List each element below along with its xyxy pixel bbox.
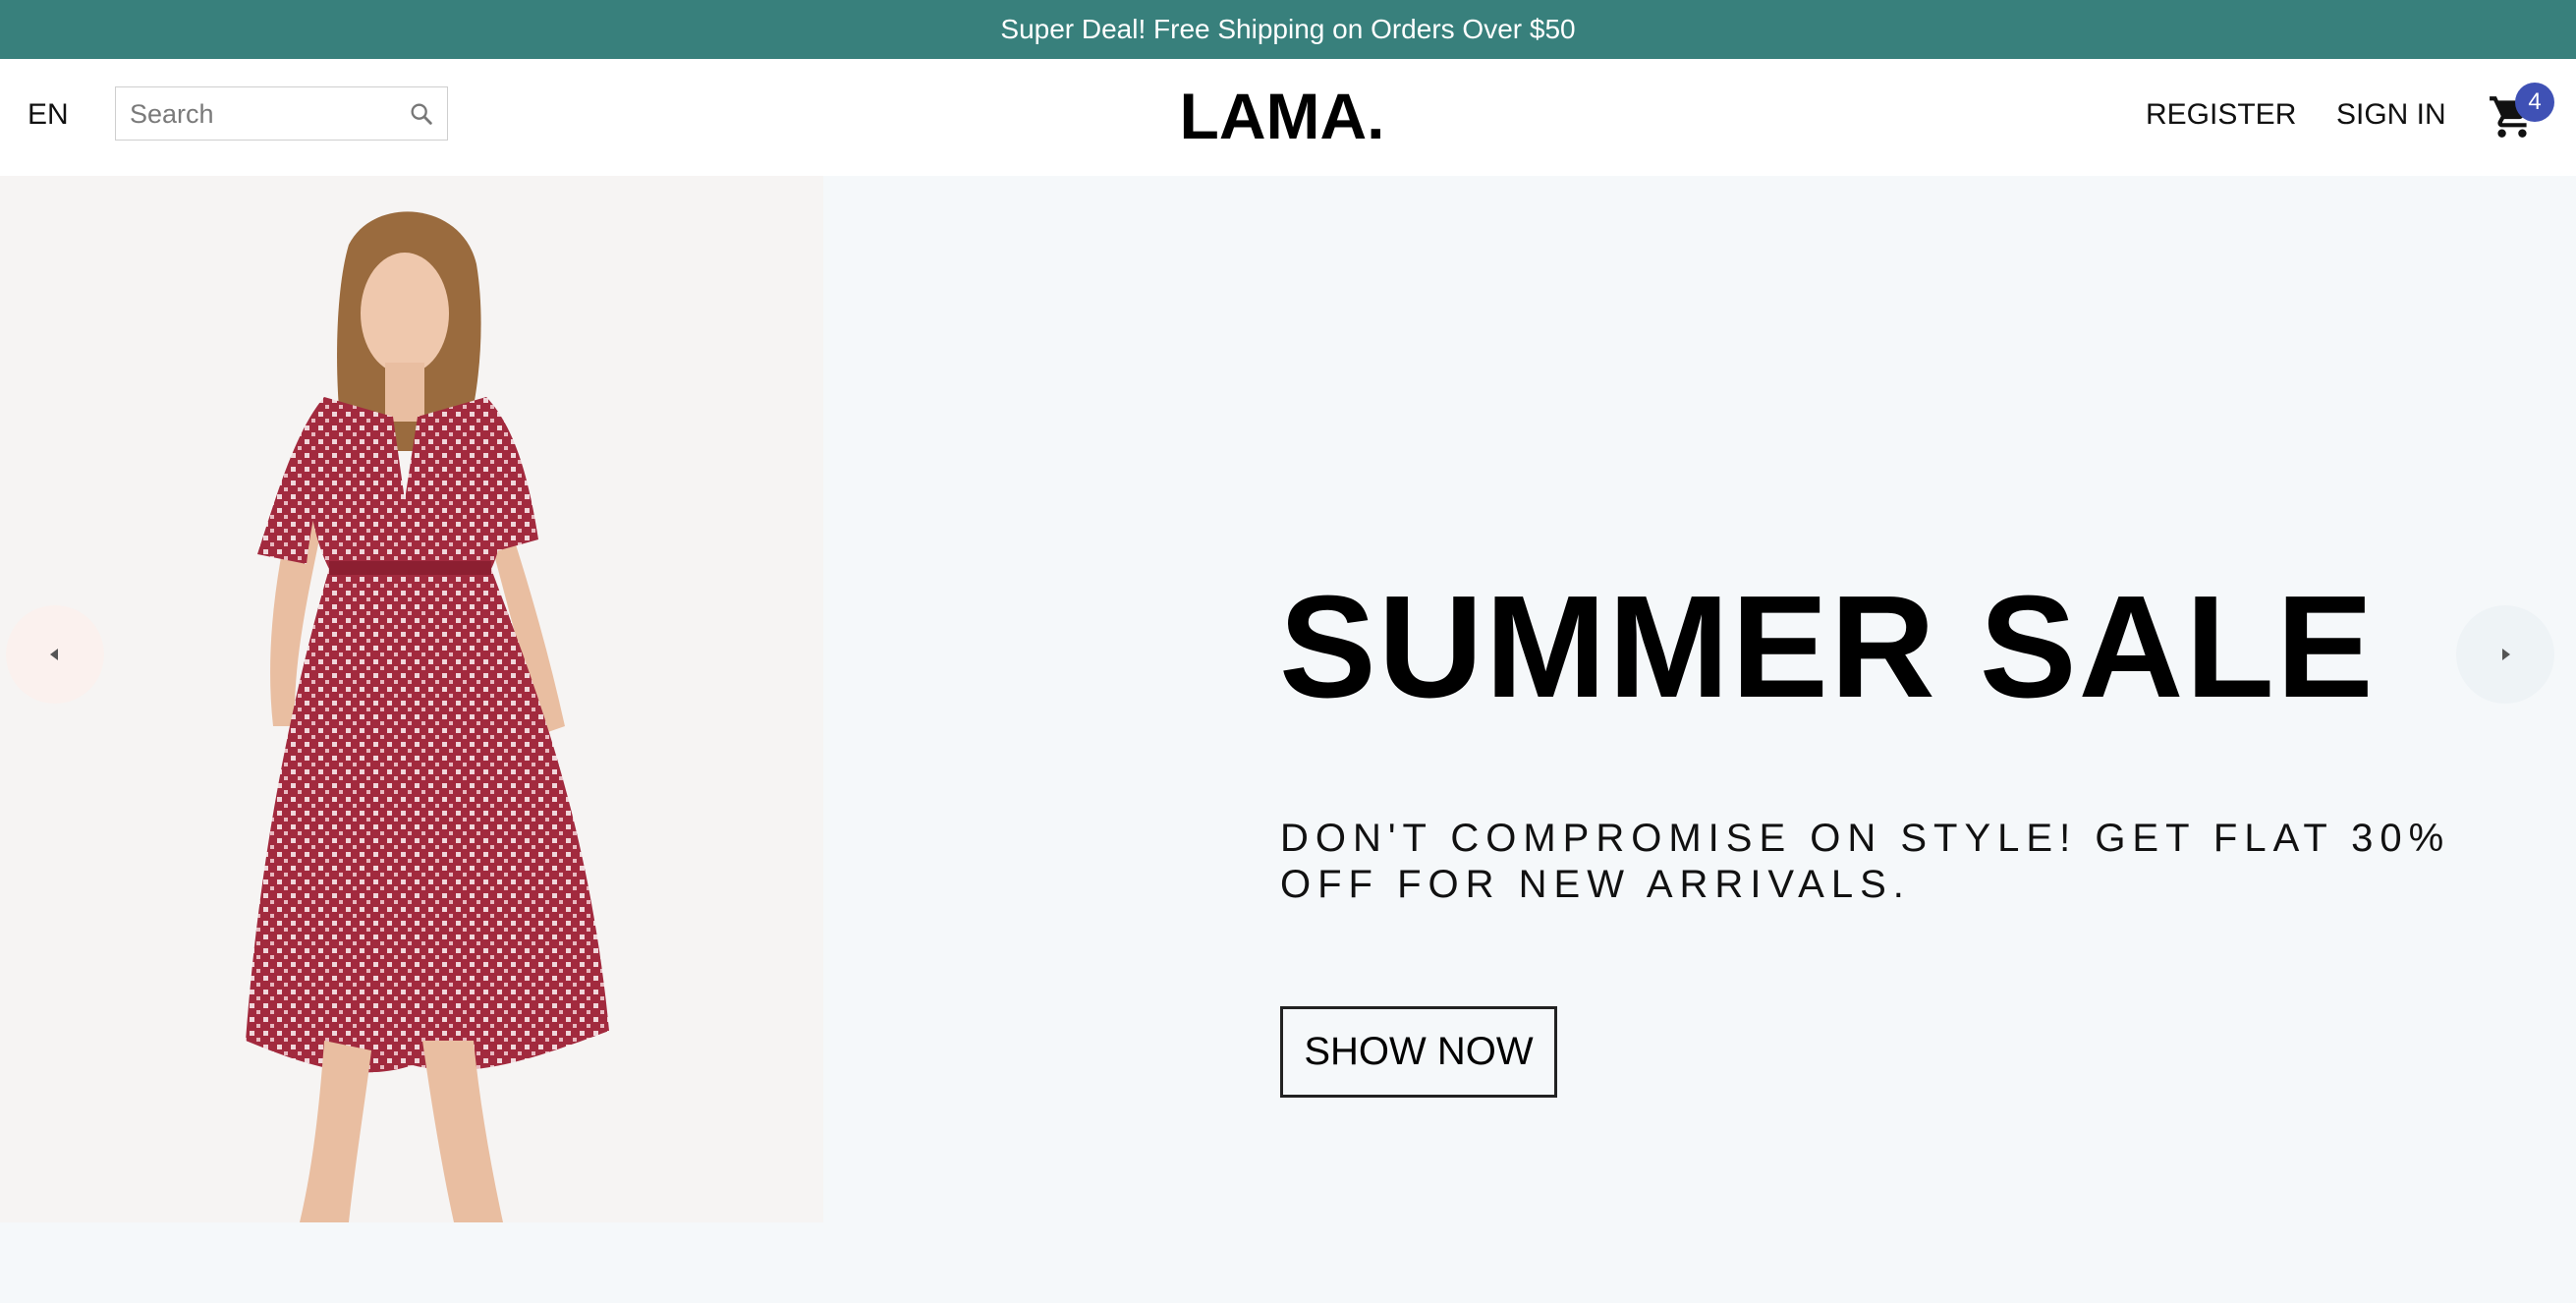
sign-in-link[interactable]: SIGN IN (2336, 98, 2446, 132)
hero-image (0, 176, 823, 1222)
search-icon[interactable] (408, 100, 435, 128)
cart-button[interactable]: 4 (2486, 83, 2554, 147)
slider-prev-arrow[interactable] (6, 605, 104, 704)
cart-count-badge: 4 (2515, 83, 2554, 122)
hero-slider: SUMMER SALE DON'T COMPROMISE ON STYLE! G… (0, 176, 2576, 1303)
slide-description: DON'T COMPROMISE ON STYLE! GET FLAT 30% … (1280, 817, 2451, 906)
show-now-button[interactable]: SHOW NOW (1280, 1006, 1557, 1098)
search-container (115, 86, 448, 141)
language-selector[interactable]: EN (28, 98, 69, 132)
navbar: EN LAMA. REGISTER SIGN IN 4 (0, 59, 2576, 176)
register-link[interactable]: REGISTER (2146, 98, 2296, 132)
search-input[interactable] (128, 95, 397, 133)
announcement-text: Super Deal! Free Shipping on Orders Over… (1000, 14, 1576, 44)
announcement-bar: Super Deal! Free Shipping on Orders Over… (0, 0, 2576, 59)
logo[interactable]: LAMA. (1130, 79, 1434, 153)
model-in-dress-illustration (246, 211, 609, 1222)
slide-title: SUMMER SALE (1279, 566, 2376, 728)
slider-next-arrow[interactable] (2456, 605, 2554, 704)
arrow-right-icon (2502, 649, 2510, 660)
arrow-left-icon (50, 649, 58, 660)
